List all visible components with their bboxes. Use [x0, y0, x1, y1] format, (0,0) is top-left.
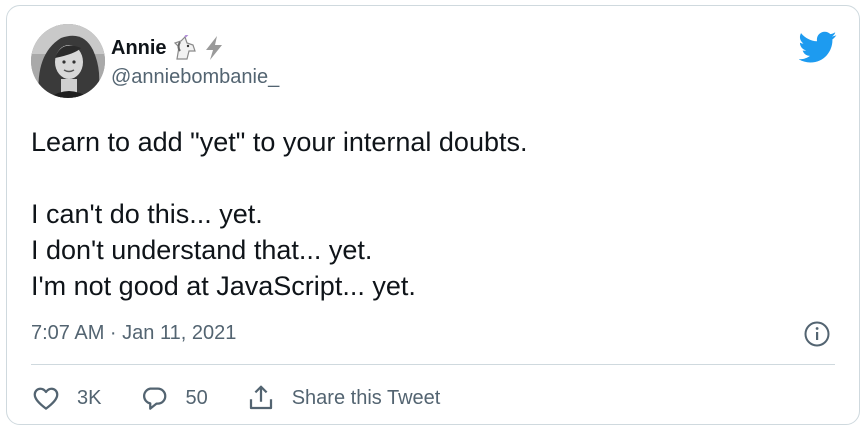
like-button[interactable]: 3K: [31, 383, 101, 413]
tweet-card[interactable]: Annie @anniebombanie_ Learn to add "yet"…: [6, 5, 860, 425]
unicorn-icon: [171, 35, 199, 61]
share-icon: [249, 385, 272, 410]
line-spacer: [31, 160, 527, 196]
tweet-line: I'm not good at JavaScript... yet.: [31, 271, 416, 301]
tweet-line: I can't do this... yet.: [31, 199, 263, 229]
like-count: 3K: [77, 386, 102, 409]
twitter-bird-icon[interactable]: [799, 28, 837, 66]
heart-icon: [33, 387, 59, 410]
reply-icon: [143, 387, 167, 410]
share-button[interactable]: Share this Tweet: [246, 383, 441, 413]
action-bar: 3K 50 Share this Tweet: [31, 382, 478, 414]
timestamp[interactable]: 7:07 AM · Jan 11, 2021: [31, 322, 236, 345]
tweet-line: Learn to add "yet" to your internal doub…: [31, 127, 528, 157]
reply-count: 50: [185, 386, 208, 409]
reply-button[interactable]: 50: [139, 383, 208, 413]
display-name[interactable]: Annie: [111, 37, 167, 60]
tweet-text: Learn to add "yet" to your internal doub…: [31, 124, 527, 304]
tweet-line: I don't understand that... yet.: [31, 235, 373, 265]
share-label: Share this Tweet: [291, 386, 441, 409]
info-icon[interactable]: [803, 320, 831, 348]
name-row: Annie: [111, 35, 279, 61]
lightning-icon: [203, 35, 225, 61]
avatar[interactable]: [31, 24, 105, 98]
divider: [31, 364, 835, 365]
author-block[interactable]: Annie @anniebombanie_: [111, 35, 279, 89]
user-handle[interactable]: @anniebombanie_: [111, 66, 279, 89]
avatar-image: [31, 24, 105, 98]
